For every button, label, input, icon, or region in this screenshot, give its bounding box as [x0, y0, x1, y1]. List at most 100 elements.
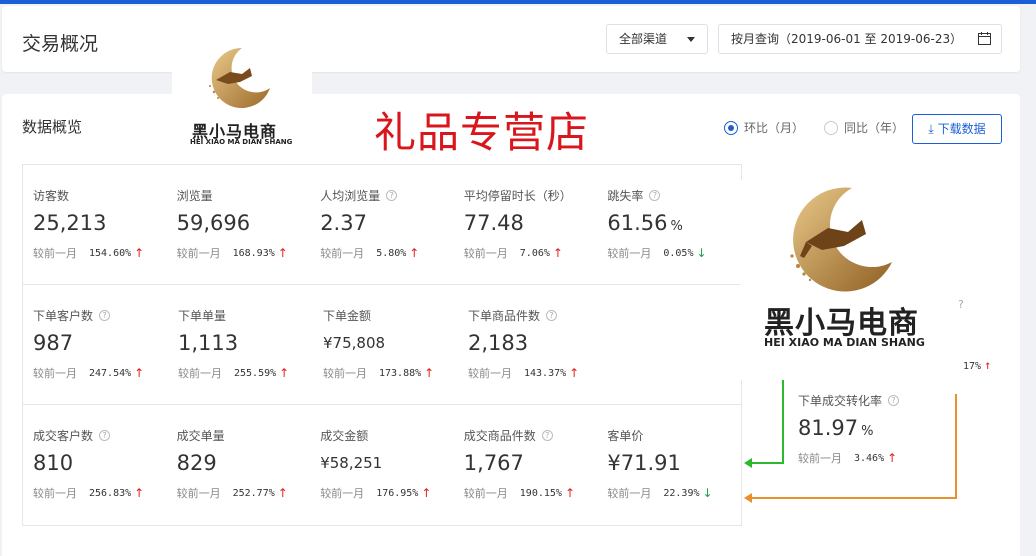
- metric-value-text: 829: [176, 451, 217, 475]
- metric-value: ¥58,251: [320, 449, 454, 477]
- conversion-rate-value: 81.97: [798, 416, 859, 440]
- compare-label: 较前一月: [176, 487, 221, 500]
- compare-mode-radio-group: 环比（月） 同比（年）: [724, 119, 924, 136]
- metric-label: 跳失率?: [607, 187, 741, 203]
- metric-label: 访客数: [33, 187, 167, 203]
- arrow-up-icon: ↑: [552, 246, 563, 260]
- metric-value: 61.56%: [607, 209, 741, 237]
- compare-label: 较前一月: [798, 452, 842, 465]
- help-icon[interactable]: ?: [546, 309, 558, 321]
- metric-cell: 客单价 ¥71.91 较前一月 22.39% ↓: [597, 405, 741, 525]
- metric-value: 59,696: [177, 209, 311, 237]
- compare-label: 较前一月: [463, 487, 508, 500]
- metric-value-text: 1,113: [178, 331, 239, 355]
- arrow-up-icon: ↑: [984, 358, 992, 372]
- help-icon[interactable]: ?: [99, 429, 111, 441]
- conversion-rate-label: 下单成交转化率: [798, 393, 883, 408]
- edge-pct-value: 17%: [963, 361, 982, 372]
- arrow-up-icon: ↑: [277, 486, 288, 500]
- metric-value-text: 810: [33, 451, 74, 475]
- date-range-picker[interactable]: 按月查询（2019-06-01 至 2019-06-23）: [718, 24, 1002, 54]
- date-range-value: 按月查询（2019-06-01 至 2019-06-23）: [731, 32, 963, 46]
- metric-value-text: 1,767: [463, 451, 524, 475]
- compare-pct: 255.59%: [234, 367, 277, 379]
- metric-value-text: 987: [33, 331, 74, 355]
- compare-label: 较前一月: [607, 487, 652, 500]
- compare-pct: 190.15%: [519, 487, 562, 499]
- caret-down-icon: [687, 37, 695, 42]
- calendar-icon: [978, 32, 991, 45]
- help-icon[interactable]: ?: [99, 309, 111, 321]
- metric-cell: 下单金额 ¥75,808 较前一月 173.88% ↑: [313, 285, 458, 404]
- arrow-up-icon: ↑: [564, 486, 575, 500]
- metric-label-text: 下单单量: [178, 308, 227, 323]
- compare-pct: 0.05%: [663, 247, 694, 259]
- compare-pct: 22.39%: [663, 487, 700, 499]
- help-icon[interactable]: ?: [541, 429, 553, 441]
- compare-label: 较前一月: [463, 247, 508, 260]
- compare-line: 较前一月 143.37% ↑: [468, 365, 603, 381]
- metric-label: 下单金额: [323, 307, 458, 323]
- help-icon[interactable]: ?: [386, 189, 398, 201]
- radio-yoy-label[interactable]: 同比（年）: [844, 119, 904, 136]
- metric-cell: 成交金额 ¥58,251 较前一月 176.95% ↑: [310, 405, 454, 525]
- metric-label: 成交单量: [177, 427, 311, 443]
- metrics-grid: 访客数 25,213 较前一月 154.60% ↑ 浏览量 59,696 较前一月 168.93…: [22, 164, 742, 526]
- radio-mom-label[interactable]: 环比（月）: [744, 119, 804, 136]
- metric-cell: 人均浏览量? 2.37 较前一月 5.80% ↑: [310, 165, 454, 284]
- compare-line: 较前一月 3.46% ↑: [798, 450, 899, 466]
- metric-value: 810: [33, 449, 167, 477]
- help-icon[interactable]: ?: [958, 298, 964, 311]
- metric-cell: 访客数 25,213 较前一月 154.60% ↑: [23, 165, 167, 284]
- overview-title: 数据概览: [22, 118, 83, 136]
- metric-label-text: 下单客户数: [33, 308, 94, 323]
- compare-line: 较前一月 255.59% ↑: [178, 365, 313, 381]
- arrow-up-icon: ↑: [424, 366, 435, 380]
- metric-value: ¥71.91: [607, 449, 741, 477]
- channel-select[interactable]: 全部渠道: [606, 24, 708, 54]
- arrow-up-icon: ↑: [421, 486, 432, 500]
- arrow-down-icon: ↓: [702, 486, 713, 500]
- metric-value: ¥75,808: [323, 329, 458, 357]
- metric-label: 下单客户数?: [33, 307, 168, 323]
- compare-line: 较前一月 0.05% ↓: [607, 245, 741, 261]
- compare-pct: 247.54%: [89, 367, 132, 379]
- metric-label: 成交客户数?: [33, 427, 167, 443]
- metric-value-text: 25,213: [33, 211, 107, 235]
- arrow-up-icon: ↑: [569, 366, 580, 380]
- metric-value-text: 2,183: [468, 331, 529, 355]
- metric-cell: 成交客户数? 810 较前一月 256.83% ↑: [23, 405, 167, 525]
- arrow-up-icon: ↑: [279, 366, 290, 380]
- metric-label: 下单成交转化率?: [798, 392, 900, 408]
- metric-label: 下单商品件数?: [468, 307, 603, 323]
- metric-label-text: 成交商品件数: [463, 428, 536, 443]
- help-icon[interactable]: ?: [888, 394, 900, 406]
- metric-value-text: 77.48: [463, 211, 524, 235]
- compare-pct: 3.46%: [854, 452, 885, 464]
- metrics-row-traffic: 访客数 25,213 较前一月 154.60% ↑ 浏览量 59,696 较前一月 168.93…: [23, 165, 741, 285]
- compare-pct: 256.83%: [89, 487, 132, 499]
- metric-value: 987: [33, 329, 168, 357]
- shop-name: 礼品专营店: [374, 108, 590, 157]
- metric-cell: 浏览量 59,696 较前一月 168.93% ↑: [167, 165, 311, 284]
- compare-pct: 5.80%: [376, 247, 407, 259]
- help-icon[interactable]: ?: [649, 189, 661, 201]
- compare-label: 较前一月: [33, 487, 77, 500]
- brand-logo-small: 黑小马电商 HEI XIAO MA DIAN SHANG: [172, 40, 312, 156]
- compare-label: 较前一月: [320, 487, 365, 500]
- metric-value-text: ¥75,808: [323, 334, 386, 352]
- compare-label: 较前一月: [323, 367, 367, 380]
- compare-line: 较前一月 176.95% ↑: [320, 485, 454, 501]
- radio-yoy[interactable]: [824, 120, 839, 135]
- compare-label: 较前一月: [33, 247, 77, 260]
- metric-label: 成交商品件数?: [464, 427, 598, 443]
- compare-pct: 7.06%: [519, 247, 550, 259]
- download-button[interactable]: ⤓ 下载数据: [912, 114, 1002, 144]
- compare-label: 较前一月: [178, 367, 222, 380]
- radio-mom[interactable]: [724, 120, 738, 135]
- metric-value-text: 2.37: [320, 211, 367, 235]
- arrow-up-icon: ↑: [277, 246, 288, 260]
- metric-value: 2,183: [468, 329, 603, 357]
- metric-label-text: 成交金额: [320, 428, 369, 443]
- unit: %: [670, 219, 683, 234]
